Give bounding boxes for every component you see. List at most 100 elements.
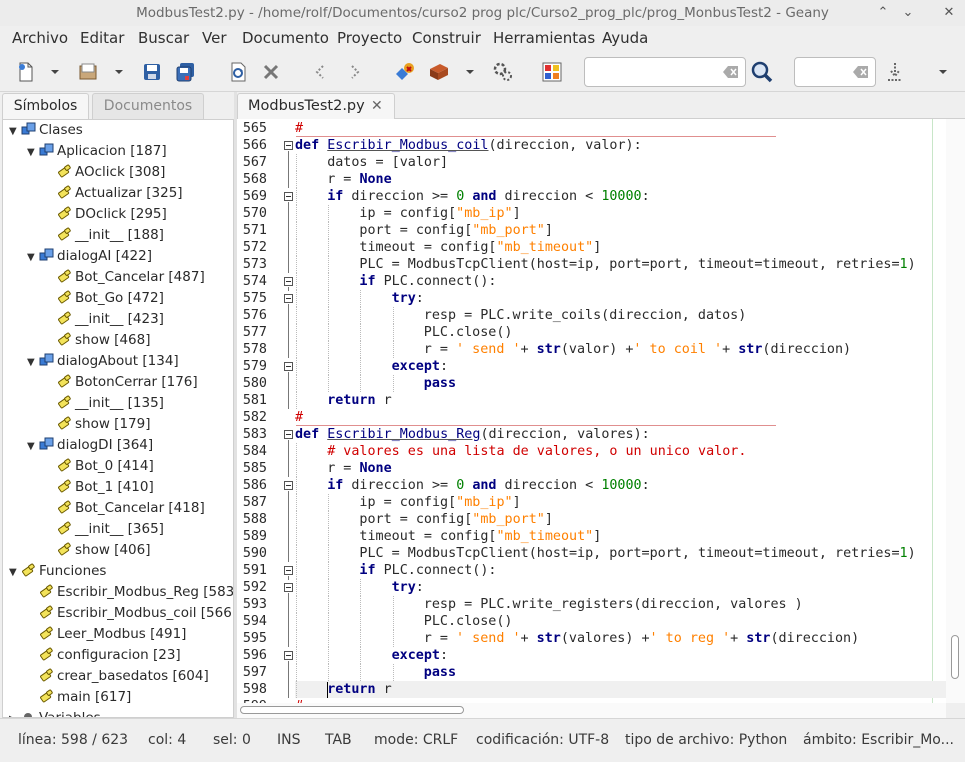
menu-archivo[interactable]: Archivo <box>12 29 68 47</box>
code-line[interactable]: PLC.close() <box>424 324 513 341</box>
vertical-scrollbar[interactable] <box>946 119 965 703</box>
code-line[interactable]: r = None <box>327 460 392 477</box>
menu-construir[interactable]: Construir <box>412 29 481 47</box>
forward-icon[interactable] <box>340 58 368 86</box>
new-file-icon[interactable] <box>12 58 40 86</box>
back-icon[interactable] <box>307 58 335 86</box>
tree-item[interactable]: configuracion [23] <box>27 645 181 666</box>
build-icon[interactable] <box>425 58 453 86</box>
tree-item[interactable]: Bot_Cancelar [418] <box>45 498 205 519</box>
code-line[interactable]: # <box>295 120 303 137</box>
fold-toggle-icon[interactable] <box>284 141 293 150</box>
expander-icon[interactable]: ▼ <box>27 436 39 457</box>
code-line[interactable]: resp = PLC.write_registers(direccion, va… <box>424 596 803 613</box>
run-icon[interactable] <box>489 58 517 86</box>
reload-icon[interactable] <box>224 58 252 86</box>
jump-line-input[interactable] <box>794 57 876 87</box>
code-line[interactable]: def Escribir_Modbus_Reg(direccion, valor… <box>295 426 650 443</box>
tree-item[interactable]: Bot_0 [414] <box>45 456 154 477</box>
code-line[interactable]: PLC.close() <box>424 613 513 630</box>
code-line[interactable]: datos = [valor] <box>327 154 448 171</box>
fold-toggle-icon[interactable] <box>284 481 293 490</box>
close-icon[interactable] <box>257 58 285 86</box>
tree-item[interactable]: __init__ [423] <box>45 309 164 330</box>
tree-item[interactable]: Bot_Cancelar [487] <box>45 267 205 288</box>
tree-item[interactable]: ▼ Clases <box>9 120 83 141</box>
menu-proyecto[interactable]: Proyecto <box>337 29 402 47</box>
clear-line-icon[interactable] <box>853 65 869 79</box>
code-line[interactable]: port = config["mb_port"] <box>359 222 553 239</box>
code-line[interactable]: timeout = config["mb_timeout"] <box>359 528 601 545</box>
expander-icon[interactable]: ▼ <box>27 142 39 163</box>
tree-item[interactable]: Escribir_Modbus_coil [566] <box>27 603 233 624</box>
expander-icon[interactable]: ▼ <box>9 121 21 142</box>
tree-item[interactable]: show [179] <box>45 414 150 435</box>
open-file-dropdown-icon[interactable] <box>114 65 124 79</box>
vertical-scroll-thumb[interactable] <box>951 635 959 679</box>
fold-toggle-icon[interactable] <box>284 430 293 439</box>
code-line[interactable]: port = config["mb_port"] <box>359 511 553 528</box>
menu-editar[interactable]: Editar <box>80 29 124 47</box>
expander-icon[interactable]: ▼ <box>27 352 39 373</box>
save-icon[interactable] <box>138 58 166 86</box>
maximize-button[interactable]: ⌄ <box>898 3 918 23</box>
code-line[interactable]: # <box>295 409 303 426</box>
code-line[interactable]: except: <box>392 358 448 375</box>
save-all-icon[interactable] <box>172 58 200 86</box>
tab-documentos[interactable]: Documentos <box>92 93 204 119</box>
code-line[interactable]: except: <box>392 647 448 664</box>
code-line[interactable]: ip = config["mb_ip"] <box>359 205 520 222</box>
tree-item[interactable]: __init__ [135] <box>45 393 164 414</box>
close-window-button[interactable]: ✕ <box>939 3 959 23</box>
expander-icon[interactable]: ▼ <box>9 562 21 583</box>
code-line[interactable]: if PLC.connect(): <box>359 562 496 579</box>
menu-ayuda[interactable]: Ayuda <box>602 29 648 47</box>
tab-simbolos[interactable]: Símbolos <box>2 93 89 119</box>
tree-item[interactable]: show [406] <box>45 540 150 561</box>
tree-item[interactable]: Bot_Go [472] <box>45 288 164 309</box>
code-line[interactable]: r = None <box>327 171 392 188</box>
open-file-icon[interactable] <box>74 58 102 86</box>
tree-item[interactable]: Leer_Modbus [491] <box>27 624 186 645</box>
code-line[interactable]: ip = config["mb_ip"] <box>359 494 520 511</box>
tree-item[interactable]: __init__ [365] <box>45 519 164 540</box>
tree-item[interactable]: ▼ dialogAI [422] <box>27 246 152 267</box>
tab-close-icon[interactable]: ✕ <box>371 98 383 114</box>
menu-buscar[interactable]: Buscar <box>138 29 189 47</box>
code-line[interactable]: return r <box>327 392 392 409</box>
tree-item[interactable]: Actualizar [325] <box>45 183 183 204</box>
code-area[interactable]: # def Escribir_Modbus_coil(direccion, val… <box>295 119 946 703</box>
tree-item[interactable]: AOclick [308] <box>45 162 165 183</box>
code-line[interactable]: try: <box>392 579 424 596</box>
tree-item[interactable]: ▶ Variables <box>9 708 101 717</box>
fold-toggle-icon[interactable] <box>284 192 293 201</box>
color-chooser-icon[interactable] <box>538 58 566 86</box>
tree-item[interactable]: show [468] <box>45 330 150 351</box>
tree-item[interactable]: ▼ Aplicacion [187] <box>27 141 167 162</box>
code-line[interactable]: r = ' send '+ str(valores) +' to reg '+ … <box>424 630 859 647</box>
tree-item[interactable]: ▼ dialogDI [364] <box>27 435 153 456</box>
tab-modbustest2[interactable]: ModbusTest2.py ✕ <box>237 93 395 120</box>
expander-icon[interactable]: ▶ <box>9 709 21 717</box>
code-line[interactable]: resp = PLC.write_coils(direccion, datos) <box>424 307 746 324</box>
code-line[interactable]: PLC = ModbusTcpClient(host=ip, port=port… <box>359 256 915 273</box>
tree-item[interactable]: __init__ [188] <box>45 225 164 246</box>
new-file-dropdown-icon[interactable] <box>50 65 60 79</box>
tree-item[interactable]: Escribir_Modbus_Reg [583] <box>27 582 233 603</box>
code-line[interactable]: if direccion >= 0 and direccion < 10000: <box>327 188 650 205</box>
menu-ver[interactable]: Ver <box>202 29 227 47</box>
tree-item[interactable]: ▼ dialogAbout [134] <box>27 351 179 372</box>
code-line[interactable]: if direccion >= 0 and direccion < 10000: <box>327 477 650 494</box>
fold-toggle-icon[interactable] <box>284 277 293 286</box>
code-line[interactable]: if PLC.connect(): <box>359 273 496 290</box>
fold-toggle-icon[interactable] <box>284 566 293 575</box>
minimize-button[interactable]: ⌃ <box>873 3 893 23</box>
compile-icon[interactable] <box>391 58 419 86</box>
fold-toggle-icon[interactable] <box>284 583 293 592</box>
horizontal-scroll-thumb[interactable] <box>240 706 464 714</box>
tree-item[interactable]: BotonCerrar [176] <box>45 372 198 393</box>
fold-margin[interactable] <box>281 119 295 703</box>
expander-icon[interactable]: ▼ <box>27 247 39 268</box>
code-line[interactable]: # valores es una lista de valores, o un … <box>327 443 746 460</box>
search-input[interactable] <box>584 57 746 87</box>
